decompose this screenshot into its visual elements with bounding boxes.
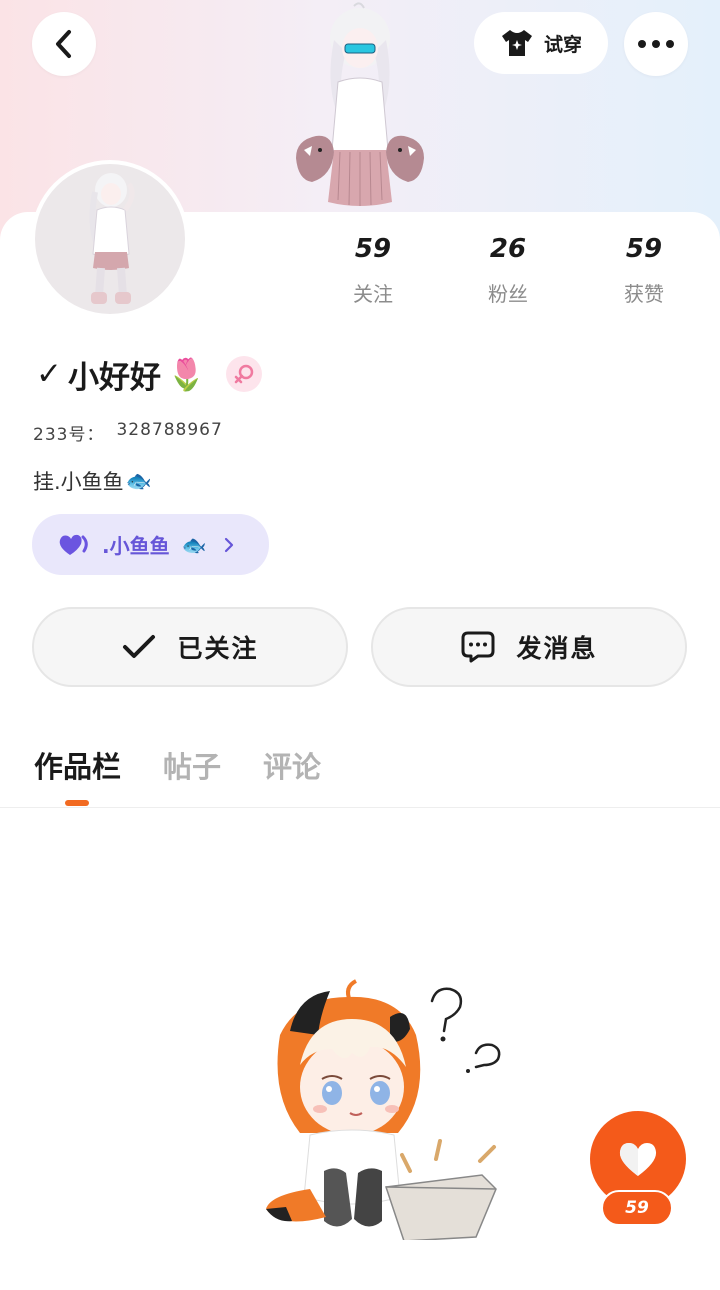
checkmark-icon — [123, 635, 156, 658]
avatar-image — [89, 173, 135, 304]
guild-name: .小鱼鱼 — [102, 534, 170, 558]
female-icon — [234, 364, 253, 384]
empty-state-illustration — [266, 979, 501, 1240]
stat-label: 获赞 — [624, 282, 664, 306]
avatar[interactable] — [31, 160, 189, 318]
stat-label: 粉丝 — [488, 282, 528, 306]
stat-value: 26 — [489, 234, 527, 264]
stat-fans[interactable]: 26 粉丝 — [458, 234, 558, 307]
character-outfit-image — [296, 2, 424, 206]
heart-badge-icon — [59, 534, 88, 555]
name-emoji: 🌷 — [166, 356, 206, 393]
user-name: 小好好 — [67, 359, 161, 396]
more-icon — [638, 40, 674, 48]
try-on-label: 试穿 — [543, 33, 582, 56]
tab-comments[interactable]: 评论 — [263, 744, 321, 786]
content-tabs: 作品栏 帖子 评论 — [34, 744, 321, 786]
bio: 挂.小鱼鱼 🐟 — [33, 466, 152, 496]
back-button[interactable] — [32, 12, 96, 76]
stat-label: 关注 — [353, 282, 393, 306]
heart-icon — [619, 1143, 657, 1176]
tab-works[interactable]: 作品栏 — [34, 744, 121, 786]
guild-chip[interactable]: .小鱼鱼 🐟 — [32, 514, 269, 575]
more-button[interactable] — [624, 12, 688, 76]
stat-value: 59 — [354, 234, 392, 264]
user-id-label: 233号： — [33, 425, 105, 445]
back-icon — [56, 30, 71, 58]
guild-emoji: 🐟 — [181, 532, 207, 557]
try-on-button[interactable]: 试穿 — [474, 12, 608, 74]
user-id-value: 328788967 — [116, 420, 223, 440]
like-count: 59 — [601, 1190, 673, 1226]
stat-likes[interactable]: 59 获赞 — [594, 234, 694, 307]
name-row: ✓ 小好好 🌷 — [36, 352, 262, 396]
divider — [0, 807, 720, 808]
user-id-row[interactable]: 233号： 328788967 — [33, 420, 223, 445]
stat-following[interactable]: 59 关注 — [323, 234, 423, 307]
followed-label: 已关注 — [177, 634, 259, 663]
active-tab-indicator — [65, 800, 89, 806]
send-message-button[interactable]: 发消息 — [371, 607, 687, 687]
verified-mark: ✓ — [36, 356, 62, 392]
followed-button[interactable]: 已关注 — [32, 607, 348, 687]
bio-text: 挂.小鱼鱼 — [33, 470, 124, 494]
fish-emoji: 🐟 — [125, 468, 152, 493]
chevron-right-icon — [224, 537, 233, 552]
send-message-label: 发消息 — [516, 634, 598, 663]
tab-posts[interactable]: 帖子 — [163, 744, 221, 786]
gender-badge — [225, 356, 262, 392]
stat-value: 59 — [625, 234, 663, 264]
chat-bubble-icon — [461, 631, 495, 663]
shirt-icon — [501, 30, 532, 56]
